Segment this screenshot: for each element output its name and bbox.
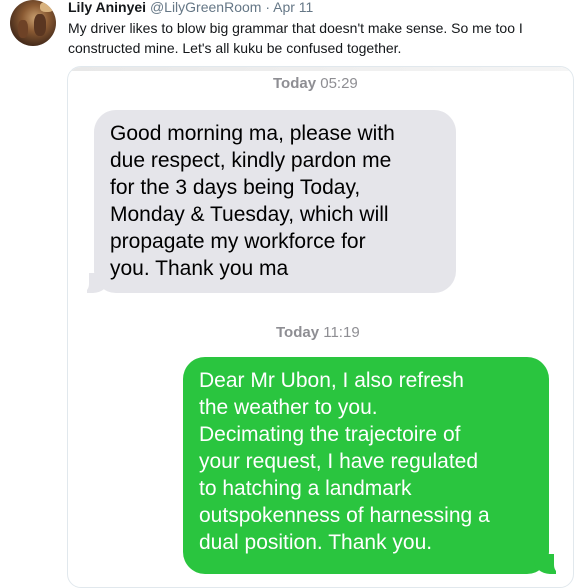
message-line: dual position. Thank you.	[199, 531, 433, 554]
message-text: Dear Mr Ubon, I also refresh the weather…	[199, 367, 535, 556]
bubble-tail	[534, 554, 556, 574]
message-line: Decimating the trajectoire of	[199, 423, 461, 446]
tweet-date[interactable]: Apr 11	[273, 0, 313, 15]
message-timestamp: Today 11:19	[276, 324, 360, 341]
tweet-text-line: constructed mine. Let's all kuku be conf…	[68, 40, 402, 56]
media-top-border	[68, 67, 573, 71]
message-line: to hatching a landmark	[199, 477, 412, 500]
message-line: Dear Mr Ubon, I also refresh	[199, 369, 464, 392]
author-name[interactable]: Lily Aninyei	[68, 0, 146, 15]
message-line: you. Thank you ma	[110, 257, 289, 280]
incoming-message-bubble: Good morning ma, please with due respect…	[77, 110, 456, 294]
message-line: Monday & Tuesday, which will	[110, 203, 389, 226]
message-line: due respect, kindly pardon me	[110, 149, 392, 172]
message-line: for the 3 days being Today,	[110, 176, 361, 199]
avatar[interactable]	[10, 0, 56, 46]
timestamp-time: 11:19	[323, 324, 360, 341]
author-handle[interactable]: @LilyGreenRoom	[150, 0, 261, 15]
outgoing-message-bubble: Dear Mr Ubon, I also refresh the weather…	[183, 357, 566, 575]
message-line: your request, I have regulated	[199, 450, 479, 473]
tweet-text: My driver likes to blow big grammar that…	[68, 18, 568, 58]
tweet-media-image[interactable]: Today 05:29 Good morning ma, please with…	[67, 66, 574, 588]
separator-dot: ·	[265, 0, 270, 15]
bubble-tail	[87, 273, 109, 293]
timestamp-time: 05:29	[320, 75, 358, 92]
message-line: propagate my workforce for	[110, 230, 366, 253]
timestamp-day: Today	[273, 75, 317, 92]
tweet-text-line: My driver likes to blow big grammar that…	[68, 20, 523, 36]
message-line: Good morning ma, please with	[110, 122, 395, 145]
message-text: Good morning ma, please with due respect…	[110, 120, 442, 282]
timestamp-day: Today	[276, 324, 320, 341]
tweet: Lily Aninyei @LilyGreenRoom · Apr 11 My …	[0, 0, 581, 588]
message-line: the weather to you.	[199, 396, 378, 419]
tweet-header: Lily Aninyei @LilyGreenRoom · Apr 11	[68, 0, 313, 16]
message-timestamp: Today 05:29	[273, 75, 358, 92]
message-line: outspokenness of harnessing a	[199, 504, 490, 527]
